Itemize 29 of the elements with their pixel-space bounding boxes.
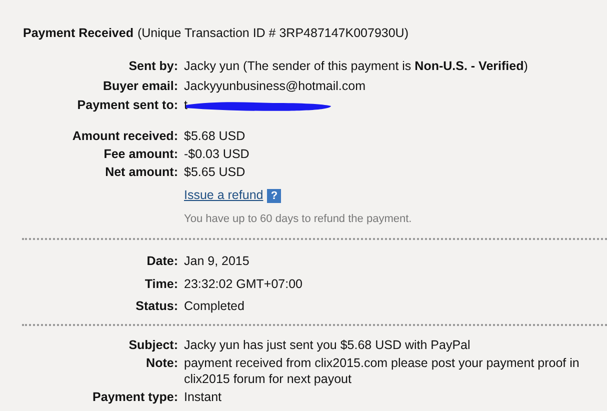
field-label: Subject: (128, 338, 178, 352)
field-label: Payment type: (92, 390, 178, 404)
field-label: Status: (136, 299, 178, 313)
field-value: $5.65 USD (184, 164, 246, 180)
field-value: Completed (184, 298, 244, 315)
field-value: -$0.03 USD (184, 146, 250, 163)
hint-text: You have up to 60 days to refund the payment. (184, 212, 412, 226)
help-icon[interactable]: ? (267, 188, 282, 203)
field-value: t (184, 97, 188, 114)
field-label: Amount received: (72, 128, 178, 142)
field-label: Buyer email: (102, 78, 178, 92)
field-label: Sent by: (128, 59, 178, 73)
field-label: Note: (146, 356, 178, 370)
field-label: Fee amount: (104, 147, 178, 161)
field-value: 23:32:02 GMT+07:00 (184, 276, 302, 292)
transaction-id: (Unique Transaction ID # 3RP487147K007930U) (137, 26, 408, 40)
field-label: Net amount: (105, 164, 178, 178)
field-value: Jan 9, 2015 (184, 253, 250, 270)
refund-link[interactable]: Issue a refund (184, 186, 264, 206)
field-value: Jackyyunbusiness@hotmail.com (184, 78, 366, 95)
field-value: $5.68 USD (184, 128, 246, 144)
field-value: Instant (184, 390, 222, 406)
page-title: Payment Received (23, 26, 134, 40)
field-value: payment received from clix2015.com please post your payment proof in clix2015 forum for next payout (184, 356, 580, 387)
field-label: Time: (144, 276, 178, 290)
field-label: Date: (146, 254, 178, 268)
field-label: Payment sent to: (77, 98, 178, 112)
field-value: Jacky yun has just sent you $5.68 USD with PayPal (184, 338, 470, 353)
field-value: Jacky yun (The sender of this payment is Non-U.S. - Verified) (184, 58, 528, 75)
